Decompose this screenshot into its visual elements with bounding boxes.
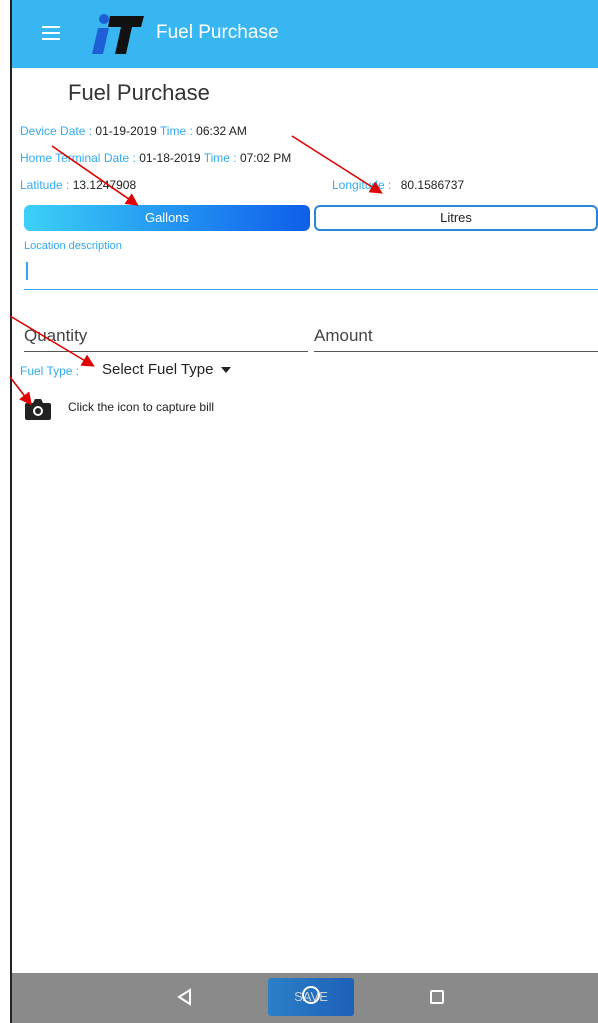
hamburger-menu-icon[interactable] <box>42 26 60 42</box>
litres-button[interactable]: Litres <box>314 205 598 231</box>
app-logo <box>92 14 144 54</box>
latitude-row: Latitude : 13.1247908 <box>20 178 136 192</box>
page-title: Fuel Purchase <box>68 80 210 105</box>
back-icon[interactable] <box>175 987 195 1007</box>
home-terminal-label: Home Terminal <box>20 151 101 165</box>
amount-field[interactable]: Amount <box>314 322 598 352</box>
home-terminal-time-label: Time : <box>203 151 237 165</box>
latitude-value: 13.1247908 <box>72 178 137 192</box>
app-bar-title: Fuel Purchase <box>156 22 279 43</box>
text-cursor <box>26 262 28 280</box>
home-terminal-date: 01-18-2019 <box>139 151 201 165</box>
longitude-label: Longitude : <box>332 178 392 192</box>
device-label: Device <box>20 124 57 138</box>
location-description-input[interactable] <box>24 256 598 290</box>
fuel-type-dropdown[interactable]: Select Fuel Type <box>102 361 232 378</box>
capture-bill-text: Click the icon to capture bill <box>68 400 215 414</box>
device-time-label: Time : <box>159 124 193 138</box>
location-description-label: Location description <box>24 240 122 252</box>
home-terminal-date-label: Date : <box>103 151 136 165</box>
fuel-type-label-text: Fuel Type : <box>20 364 80 378</box>
latitude-label: Latitude : <box>20 178 70 192</box>
dropdown-arrow-icon <box>221 367 232 374</box>
fuel-type-value: Select Fuel Type <box>102 361 214 378</box>
fuel-type-label: Fuel Type : <box>20 364 79 378</box>
camera-icon[interactable] <box>24 397 52 421</box>
longitude-row: Longitude : 80.1586737 <box>332 178 464 192</box>
gallons-button[interactable]: Gallons <box>24 205 310 231</box>
device-date-label: Date : <box>60 124 93 138</box>
longitude-value: 80.1586737 <box>400 178 465 192</box>
quantity-field[interactable]: Quantity <box>24 322 308 352</box>
home-icon[interactable] <box>302 986 320 1004</box>
device-date: 01-19-2019 <box>95 124 157 138</box>
device-row: Device Date : 01-19-2019 Time : 06:32 AM <box>20 124 247 138</box>
app-screen: Fuel Purchase Fuel Purchase Device Date … <box>10 0 598 1023</box>
device-time: 06:32 AM <box>196 124 247 138</box>
recent-apps-icon[interactable] <box>430 990 444 1004</box>
home-terminal-time: 07:02 PM <box>239 151 292 165</box>
app-bar: Fuel Purchase <box>12 0 598 68</box>
system-nav-bar: SAVE <box>12 973 598 1023</box>
home-terminal-row: Home Terminal Date : 01-18-2019 Time : 0… <box>20 151 291 165</box>
